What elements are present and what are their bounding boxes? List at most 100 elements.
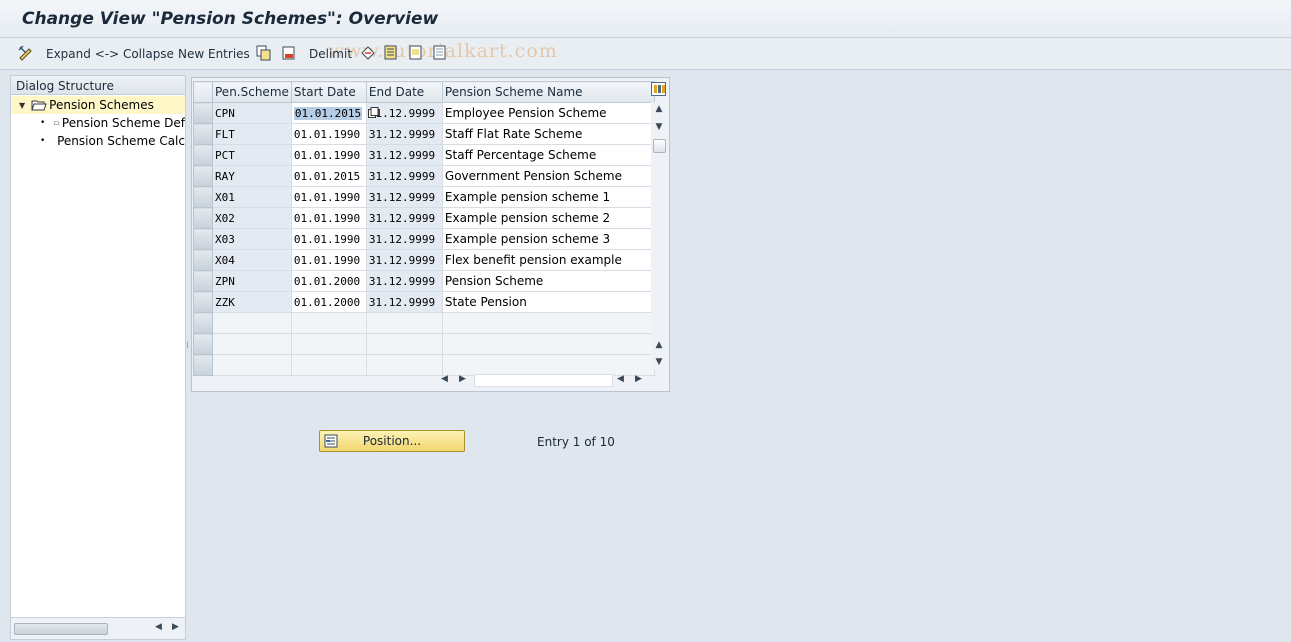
row-selector[interactable]: [193, 270, 213, 292]
deselect-all-icon[interactable]: [432, 45, 448, 61]
empty-cell[interactable]: [441, 333, 655, 355]
collapse-arrow-icon[interactable]: ▼: [19, 101, 25, 110]
start-date-cell[interactable]: 01.01.1990: [290, 207, 367, 229]
change-display-icon[interactable]: [18, 45, 34, 61]
select-all-rows[interactable]: [193, 81, 213, 103]
application-toolbar: www.tutorialkart.com Expand <-> Collapse…: [0, 38, 1291, 70]
scroll-down-icon[interactable]: ▼: [653, 120, 665, 134]
scroll-up-icon[interactable]: ▲: [653, 102, 665, 116]
scroll-thumb[interactable]: [653, 139, 666, 153]
bullet-icon: •: [40, 118, 46, 128]
start-date-cell[interactable]: 01.01.2015: [290, 102, 367, 124]
empty-cell[interactable]: [365, 354, 443, 376]
start-date-cell[interactable]: 01.01.1990: [290, 123, 367, 145]
row-selector[interactable]: [193, 144, 213, 166]
tree-item-pension-scheme-calc[interactable]: • Pension Scheme Calc: [11, 132, 185, 150]
undo-change-icon[interactable]: [360, 45, 376, 61]
scroll-up-icon[interactable]: ▲: [653, 338, 665, 352]
scheme-name-cell[interactable]: Government Pension Scheme: [441, 165, 655, 187]
tree-item-pension-scheme-def[interactable]: • Pension Scheme Def: [11, 114, 185, 132]
end-date-value: 31.12.9999: [368, 106, 436, 120]
start-date-cell[interactable]: 01.01.2015: [290, 165, 367, 187]
scheme-name-cell[interactable]: Staff Percentage Scheme: [441, 144, 655, 166]
scheme-name-cell[interactable]: Example pension scheme 3: [441, 228, 655, 250]
f4-help-icon[interactable]: [367, 107, 379, 118]
expand-collapse-button[interactable]: Expand <-> Collapse: [46, 45, 174, 63]
column-header-start-date[interactable]: Start Date: [290, 81, 367, 103]
horizontal-scrollbar[interactable]: ◀ ▶: [11, 617, 185, 639]
delimit-button[interactable]: Delimit: [309, 45, 352, 63]
scroll-right-icon[interactable]: ▶: [459, 374, 466, 388]
vertical-scrollbar[interactable]: ▲ ▼ ▲ ▼: [651, 102, 667, 370]
scheme-name-cell[interactable]: Employee Pension Scheme: [441, 102, 655, 124]
folder-icon: [54, 121, 60, 125]
column-header-pen-scheme[interactable]: Pen.Scheme: [212, 81, 292, 103]
new-entries-button[interactable]: New Entries: [178, 45, 250, 63]
table-row: ZZK 01.01.2000 31.12.9999 State Pension: [193, 291, 655, 313]
row-selector[interactable]: [193, 228, 213, 250]
scroll-left-icon[interactable]: ◀: [441, 374, 448, 388]
start-date-cell[interactable]: 01.01.2000: [290, 270, 367, 292]
end-date-cell[interactable]: 31.12.9999: [365, 228, 443, 250]
empty-cell[interactable]: [212, 333, 292, 355]
scroll-right-icon[interactable]: ▶: [635, 374, 642, 388]
horizontal-scroll-track[interactable]: [474, 374, 613, 387]
row-selector[interactable]: [193, 207, 213, 229]
row-selector[interactable]: [193, 312, 213, 334]
empty-cell[interactable]: [290, 312, 367, 334]
column-header-end-date[interactable]: End Date: [365, 81, 443, 103]
scroll-left-icon[interactable]: ◀: [155, 622, 162, 632]
select-block-icon[interactable]: [408, 45, 424, 61]
empty-cell[interactable]: [441, 354, 655, 376]
delete-icon[interactable]: [281, 45, 297, 61]
end-date-cell[interactable]: 31.12.9999: [365, 165, 443, 187]
empty-cell[interactable]: [365, 312, 443, 334]
row-selector[interactable]: [193, 354, 213, 376]
row-selector[interactable]: [193, 186, 213, 208]
end-date-cell[interactable]: 31.12.9999: [365, 102, 443, 124]
empty-cell[interactable]: [441, 312, 655, 334]
empty-cell[interactable]: [212, 354, 292, 376]
row-selector[interactable]: [193, 249, 213, 271]
end-date-cell[interactable]: 31.12.9999: [365, 186, 443, 208]
start-date-cell[interactable]: 01.01.2000: [290, 291, 367, 313]
scheme-name-cell[interactable]: Example pension scheme 2: [441, 207, 655, 229]
row-selector[interactable]: [193, 291, 213, 313]
position-icon: [324, 434, 338, 448]
scheme-name-cell[interactable]: State Pension: [441, 291, 655, 313]
end-date-cell[interactable]: 31.12.9999: [365, 123, 443, 145]
row-selector[interactable]: [193, 333, 213, 355]
scroll-right-icon[interactable]: ▶: [172, 622, 179, 632]
tree-item-pension-schemes[interactable]: ▼ Pension Schemes: [11, 96, 185, 114]
scroll-thumb[interactable]: [14, 623, 108, 635]
start-date-cell[interactable]: 01.01.1990: [290, 144, 367, 166]
start-date-cell[interactable]: 01.01.1990: [290, 249, 367, 271]
scroll-down-icon[interactable]: ▼: [653, 355, 665, 369]
end-date-cell[interactable]: 31.12.9999: [365, 207, 443, 229]
panel-splitter[interactable]: ⁞: [186, 342, 189, 364]
scheme-name-cell[interactable]: Flex benefit pension example: [441, 249, 655, 271]
scheme-name-cell[interactable]: Pension Scheme: [441, 270, 655, 292]
bullet-icon: •: [40, 136, 46, 146]
column-header-scheme-name[interactable]: Pension Scheme Name: [441, 81, 655, 103]
row-selector[interactable]: [193, 123, 213, 145]
row-selector[interactable]: [193, 102, 213, 124]
empty-cell[interactable]: [290, 333, 367, 355]
scheme-name-cell[interactable]: Staff Flat Rate Scheme: [441, 123, 655, 145]
empty-cell[interactable]: [365, 333, 443, 355]
start-date-cell[interactable]: 01.01.1990: [290, 228, 367, 250]
select-all-icon[interactable]: [383, 45, 399, 61]
end-date-cell[interactable]: 31.12.9999: [365, 249, 443, 271]
start-date-cell[interactable]: 01.01.1990: [290, 186, 367, 208]
end-date-cell[interactable]: 31.12.9999: [365, 270, 443, 292]
row-selector[interactable]: [193, 165, 213, 187]
position-button[interactable]: Position...: [319, 430, 465, 452]
scheme-name-cell[interactable]: Example pension scheme 1: [441, 186, 655, 208]
copy-as-icon[interactable]: [256, 45, 272, 61]
scroll-left-icon[interactable]: ◀: [617, 374, 624, 388]
end-date-cell[interactable]: 31.12.9999: [365, 291, 443, 313]
end-date-cell[interactable]: 31.12.9999: [365, 144, 443, 166]
empty-cell[interactable]: [290, 354, 367, 376]
empty-cell[interactable]: [212, 312, 292, 334]
table-settings-icon[interactable]: [651, 82, 666, 96]
